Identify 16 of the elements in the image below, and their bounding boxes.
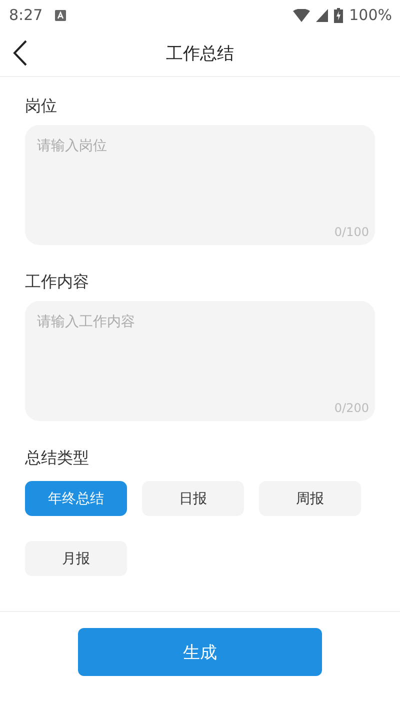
character-counter: 0/200 <box>334 401 369 415</box>
field-label: 岗位 <box>25 95 58 117</box>
field-label: 工作内容 <box>25 271 90 293</box>
battery-level: 100% <box>349 6 392 24</box>
back-icon[interactable] <box>13 40 27 66</box>
type-option[interactable]: 周报 <box>259 481 361 516</box>
character-counter: 0/100 <box>334 225 369 239</box>
status-time: 8:27 <box>9 6 43 24</box>
field-label: 总结类型 <box>25 447 90 469</box>
type-option[interactable]: 月报 <box>25 541 127 576</box>
signal-icon <box>316 8 328 22</box>
battery-icon <box>334 8 344 22</box>
type-option[interactable]: 日报 <box>142 481 244 516</box>
wifi-icon <box>293 8 310 22</box>
notification-icon <box>54 10 66 20</box>
page-title: 工作总结 <box>166 42 234 64</box>
